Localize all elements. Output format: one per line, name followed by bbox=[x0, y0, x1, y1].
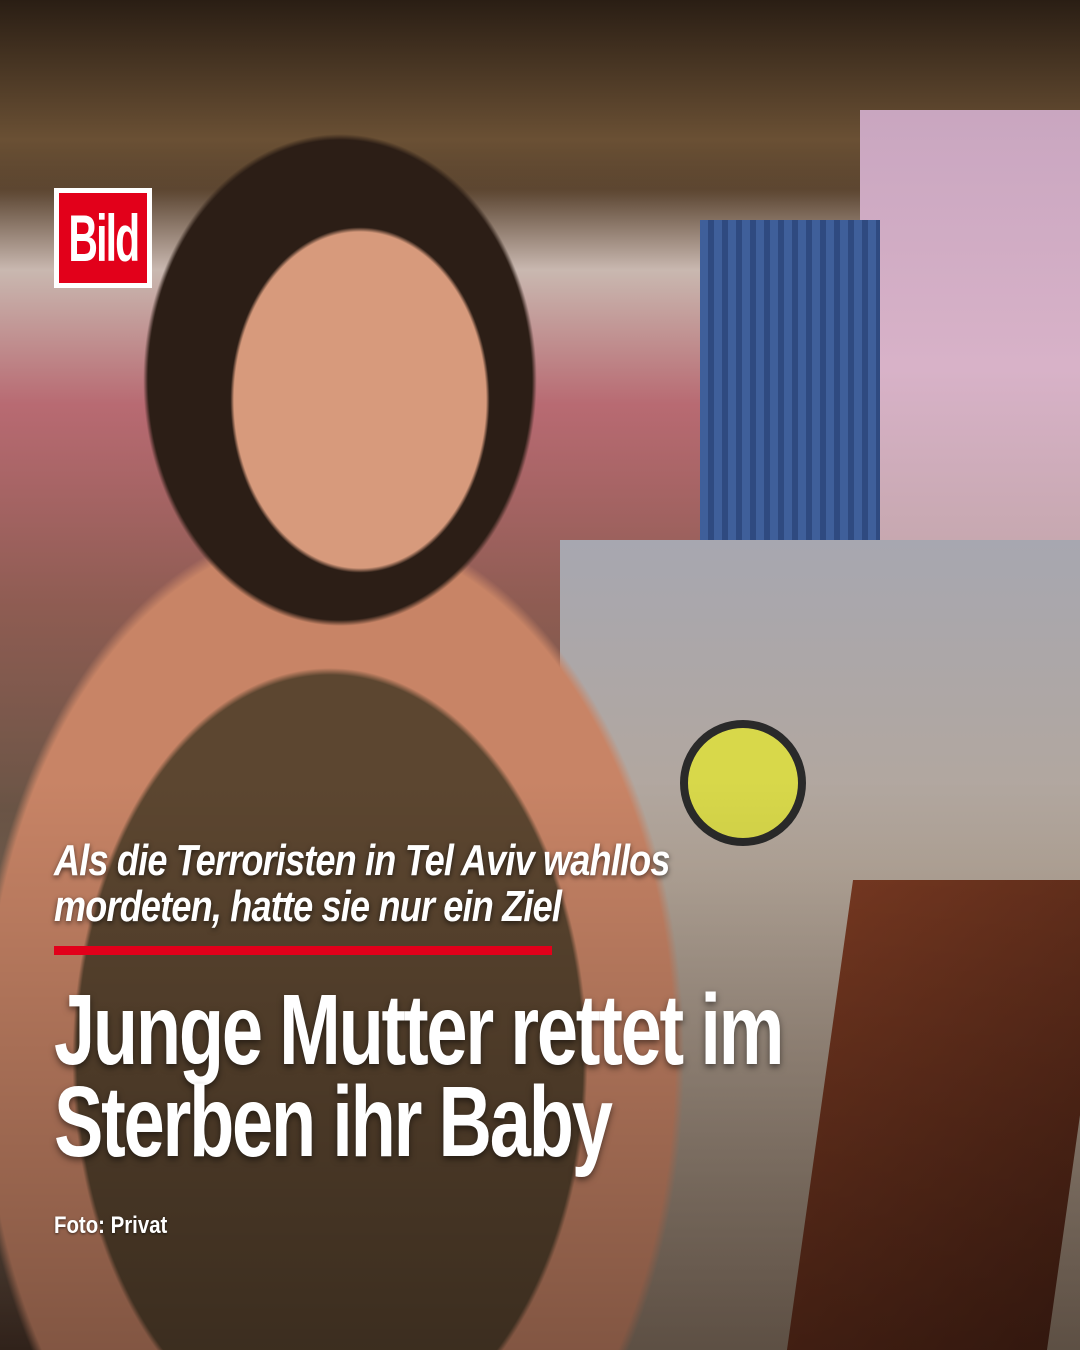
pink-wall bbox=[860, 110, 1080, 540]
bild-logo: Bild bbox=[54, 188, 152, 288]
kicker: Als die Terroristen in Tel Aviv wahllos … bbox=[54, 836, 670, 931]
headline: Junge Mutter rettet im Sterben ihr Baby bbox=[54, 974, 784, 1178]
red-divider bbox=[54, 946, 552, 955]
photo-credit: Foto: Privat bbox=[54, 1212, 168, 1239]
